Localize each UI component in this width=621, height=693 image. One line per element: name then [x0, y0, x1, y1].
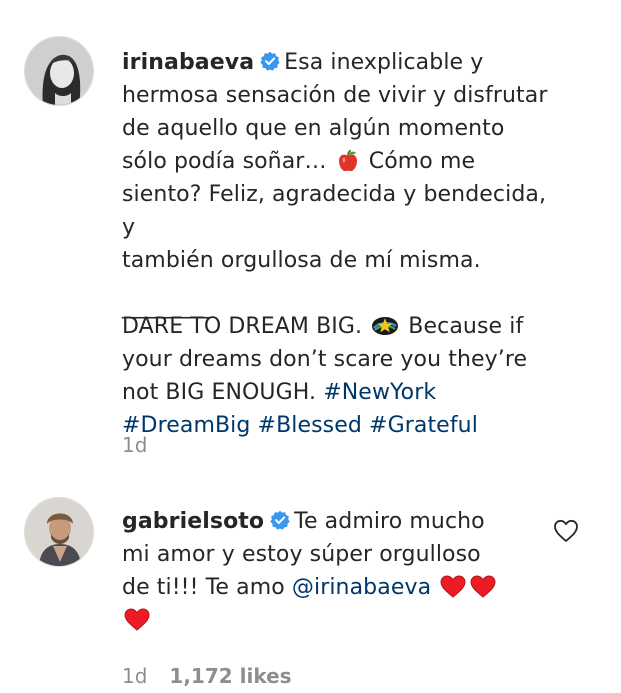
comment-line: Esa inexplicable y	[284, 50, 484, 75]
comment-line: not BIG ENOUGH.	[122, 380, 317, 405]
comment-line: your dreams don’t scare you they’re	[122, 347, 528, 372]
heart-icon	[124, 608, 150, 632]
avatar-photo-icon	[25, 498, 93, 566]
comment-line: sólo podía soñar…	[122, 149, 327, 174]
comment-line: hermosa sensación de vivir y disfrutar	[122, 83, 548, 108]
comment-line: mi amor y estoy súper orgulloso	[122, 542, 481, 567]
comment-meta: 1d 1,172 likes	[122, 664, 292, 688]
username-link[interactable]: irinabaeva	[122, 50, 254, 75]
apple-icon	[336, 149, 360, 173]
comment-line: Te admiro mucho	[294, 509, 485, 534]
star-rainbow-icon	[371, 314, 399, 338]
username-link[interactable]: gabrielsoto	[122, 509, 264, 534]
comment-line: siento? Feliz, agradecida y bendecida, y	[122, 182, 547, 240]
comment-line: de ti!!! Te amo	[122, 575, 285, 600]
comment-line: también orgullosa de mí misma.	[122, 248, 481, 273]
heart-icon	[470, 575, 496, 599]
comment-line: de aquello que en algún momento	[122, 116, 505, 141]
hashtag-link[interactable]: #NewYork	[323, 380, 436, 405]
avatar-photo-icon	[25, 37, 93, 105]
comment-line: Cómo me	[368, 149, 476, 174]
comment-line: DARE TO DREAM BIG.	[122, 314, 363, 339]
avatar-irinabaeva[interactable]	[24, 36, 94, 106]
mention-link[interactable]: @irinabaeva	[292, 575, 431, 600]
verified-badge-icon	[270, 510, 290, 530]
hashtag-link[interactable]: #Blessed	[258, 413, 362, 438]
heart-icon	[440, 575, 466, 599]
comment-text: gabrielsoto Te admiro mucho mi amor y est…	[122, 505, 562, 637]
verified-badge-icon	[260, 51, 280, 71]
comment-time[interactable]: 1d	[122, 433, 147, 457]
comment-text: irinabaeva Esa inexplicable y hermosa sen…	[122, 46, 562, 442]
avatar-gabrielsoto[interactable]	[24, 497, 94, 567]
comment-line: Because if	[408, 314, 524, 339]
comment-time[interactable]: 1d	[122, 664, 147, 688]
comment-meta: 1d	[122, 433, 147, 457]
like-heart-icon[interactable]	[553, 518, 579, 544]
likes-count[interactable]: 1,172 likes	[169, 664, 291, 688]
hashtag-link[interactable]: #Grateful	[369, 413, 478, 438]
